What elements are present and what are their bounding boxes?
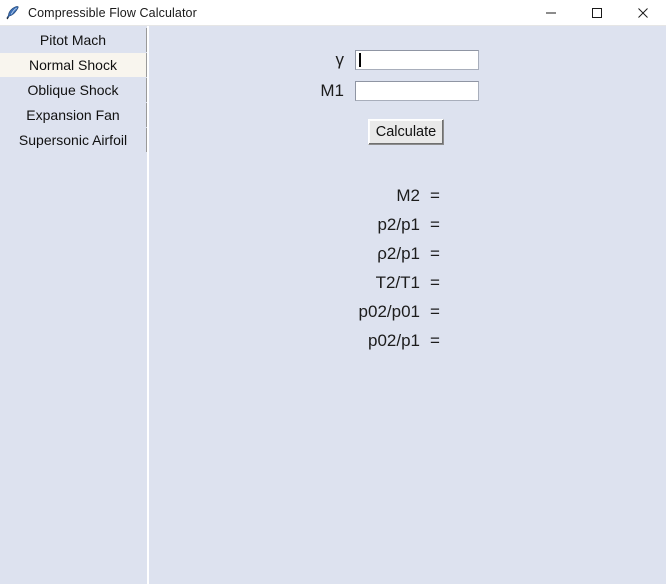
result-row: T2/T1 = — [149, 268, 666, 297]
calculate-button-label: Calculate — [375, 124, 437, 140]
result-row: p02/p01 = — [149, 297, 666, 326]
close-button[interactable] — [620, 0, 666, 25]
sidebar-item-label: Supersonic Airfoil — [18, 132, 128, 148]
result-equals: = — [430, 301, 440, 321]
mach1-input[interactable] — [355, 81, 479, 101]
result-label-p02-p1: p02/p1 — [368, 330, 420, 350]
sidebar-item-oblique-shock[interactable]: Oblique Shock — [0, 78, 147, 102]
result-equals: = — [430, 243, 440, 263]
maximize-button[interactable] — [574, 0, 620, 25]
sidebar-item-expansion-fan[interactable]: Expansion Fan — [0, 103, 147, 127]
result-row: ρ2/p1 = — [149, 239, 666, 268]
minimize-icon — [546, 12, 556, 13]
sidebar-item-label: Expansion Fan — [26, 107, 120, 123]
results-panel: M2 = p2/p1 = ρ2/p1 = T2/T1 = p02/p01 = p… — [149, 181, 666, 355]
result-label-p02-p01: p02/p01 — [358, 301, 420, 321]
text-caret — [359, 53, 361, 67]
feather-icon — [6, 5, 19, 19]
main-panel: γ M1 Calculate M2 = p2/p1 = ρ2/p1 = T2/T… — [149, 26, 666, 584]
close-icon — [638, 7, 648, 18]
sidebar-item-pitot-mach[interactable]: Pitot Mach — [0, 28, 147, 52]
result-equals: = — [430, 330, 440, 350]
result-row: M2 = — [149, 181, 666, 210]
result-row: p2/p1 = — [149, 210, 666, 239]
maximize-icon — [592, 7, 602, 18]
gamma-input-row: γ — [284, 50, 479, 70]
result-equals: = — [430, 272, 440, 292]
sidebar: Pitot Mach Normal Shock Oblique Shock Ex… — [0, 26, 147, 584]
sidebar-item-label: Pitot Mach — [39, 32, 107, 48]
mach1-label: M1 — [320, 81, 344, 100]
application-window: Compressible Flow Calculator Pitot Mach — [0, 0, 666, 584]
result-label-m2: M2 — [396, 185, 420, 205]
mach1-input-row: M1 — [284, 81, 479, 101]
gamma-label: γ — [335, 50, 345, 69]
result-equals: = — [430, 214, 440, 234]
result-label-t2-t1: T2/T1 — [375, 272, 420, 292]
title-bar: Compressible Flow Calculator — [0, 0, 666, 26]
calculate-button[interactable]: Calculate — [368, 119, 444, 145]
result-row: p02/p1 = — [149, 326, 666, 355]
sidebar-nav-list: Pitot Mach Normal Shock Oblique Shock Ex… — [0, 28, 147, 153]
sidebar-item-label: Oblique Shock — [27, 82, 119, 98]
sidebar-item-supersonic-airfoil[interactable]: Supersonic Airfoil — [0, 128, 147, 152]
result-label-p2-p1: p2/p1 — [377, 214, 420, 234]
result-equals: = — [430, 185, 440, 205]
sidebar-item-normal-shock[interactable]: Normal Shock — [0, 53, 147, 77]
minimize-button[interactable] — [528, 0, 574, 25]
window-title: Compressible Flow Calculator — [28, 5, 197, 20]
result-label-rho2-p1: ρ2/p1 — [377, 243, 420, 263]
gamma-input[interactable] — [355, 50, 479, 70]
sidebar-item-label: Normal Shock — [29, 57, 117, 73]
